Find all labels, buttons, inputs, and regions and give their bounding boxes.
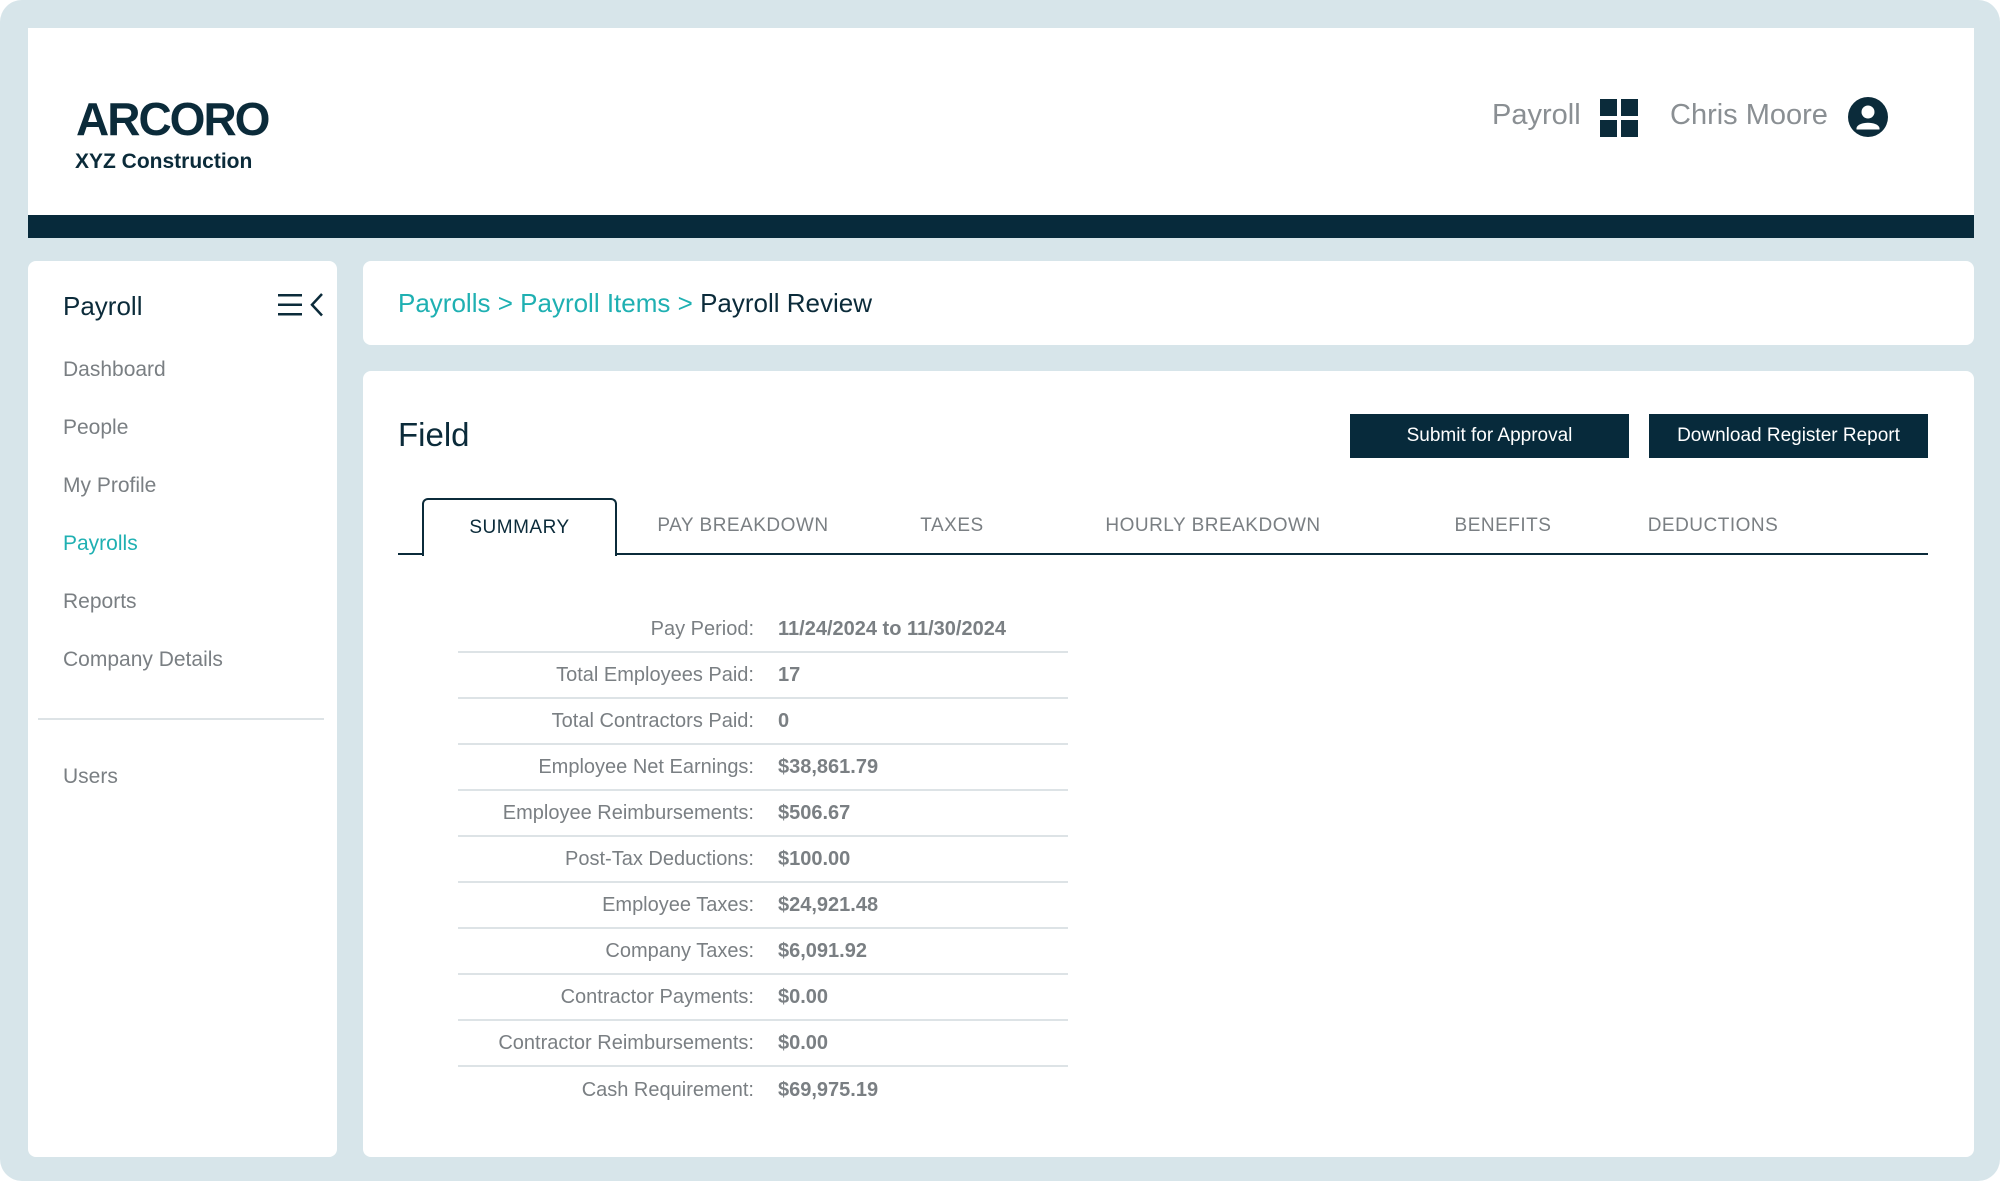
tab-deductions[interactable]: DEDUCTIONS [1613,498,1813,554]
download-register-report-button[interactable]: Download Register Report [1649,414,1928,458]
summary-label: Cash Requirement: [581,1078,754,1101]
summary-label: Employee Net Earnings: [538,755,754,778]
summary-label: Total Contractors Paid: [551,709,754,732]
submit-for-approval-button[interactable]: Submit for Approval [1350,414,1629,458]
grid-icon[interactable] [1600,99,1638,137]
sidebar-title: Payroll [63,291,143,321]
summary-value: $0.00 [778,985,829,1008]
table-row: Contractor Payments: $0.00 [458,975,1068,1021]
table-row: Contractor Reimbursements: $0.00 [458,1021,1068,1067]
sidebar-item-my-profile[interactable]: My Profile [63,474,156,498]
tab-taxes[interactable]: TAXES [883,498,1021,554]
table-row: Employee Net Earnings: $38,861.79 [458,745,1068,791]
company-name: XYZ Construction [75,150,253,173]
summary-value: $38,861.79 [778,755,879,778]
summary-label: Post-Tax Deductions: [565,847,754,870]
breadcrumb-separator: > [677,288,693,318]
breadcrumb-current: Payroll Review [700,288,873,318]
summary-label: Employee Taxes: [602,893,754,916]
table-row: Post-Tax Deductions: $100.00 [458,837,1068,883]
summary-label: Company Taxes: [605,939,754,962]
sidebar-item-company-details[interactable]: Company Details [63,648,223,672]
breadcrumb-link-payroll-items[interactable]: Payroll Items [520,288,670,318]
sidebar-item-reports[interactable]: Reports [63,590,137,614]
arcoro-logo[interactable]: ARCORO [76,92,270,146]
summary-label: Pay Period: [650,617,754,640]
user-name[interactable]: Chris Moore [1670,99,1828,132]
menu-collapse-icon[interactable] [278,291,328,319]
summary-label: Employee Reimbursements: [502,801,754,824]
summary-value: $6,091.92 [778,939,867,962]
tab-benefits[interactable]: BENEFITS [1423,498,1583,554]
tab-pay-breakdown[interactable]: PAY BREAKDOWN [633,498,853,554]
tab-hourly-breakdown[interactable]: HOURLY BREAKDOWN [1083,498,1343,554]
sidebar-item-users[interactable]: Users [63,765,118,789]
top-header [28,28,1974,238]
summary-label: Total Employees Paid: [556,663,754,686]
payroll-summary-table: Pay Period: 11/24/2024 to 11/30/2024 Tot… [458,607,1068,1113]
table-row: Total Contractors Paid: 0 [458,699,1068,745]
sidebar-item-dashboard[interactable]: Dashboard [63,358,166,382]
summary-value: $24,921.48 [778,893,879,916]
summary-label: Contractor Reimbursements: [498,1031,754,1054]
user-circle-icon[interactable] [1848,97,1888,137]
summary-value: $69,975.19 [778,1078,879,1101]
summary-label: Contractor Payments: [560,985,754,1008]
sidebar-item-people[interactable]: People [63,416,128,440]
breadcrumb: Payrolls > Payroll Items > Payroll Revie… [398,288,872,319]
sidebar: Payroll Dashboard People My Profile Payr… [28,261,337,1157]
header-accent-bar [28,215,1974,238]
summary-value: 0 [778,709,790,732]
tab-summary[interactable]: SUMMARY [422,498,617,556]
table-row: Total Employees Paid: 17 [458,653,1068,699]
summary-value: 17 [778,663,801,686]
summary-value: 11/24/2024 to 11/30/2024 [778,617,1006,640]
table-row: Company Taxes: $6,091.92 [458,929,1068,975]
main-card: Field Submit for Approval Download Regis… [363,371,1974,1157]
summary-value: $0.00 [778,1031,829,1054]
breadcrumb-separator: > [497,288,513,318]
table-row: Employee Taxes: $24,921.48 [458,883,1068,929]
app-name[interactable]: Payroll [1492,99,1581,132]
page-title: Field [398,416,470,453]
sidebar-item-payrolls[interactable]: Payrolls [63,532,138,556]
breadcrumb-link-payrolls[interactable]: Payrolls [398,288,490,318]
table-row: Cash Requirement: $69,975.19 [458,1067,1068,1113]
sidebar-divider [38,718,324,720]
table-row: Employee Reimbursements: $506.67 [458,791,1068,837]
table-row: Pay Period: 11/24/2024 to 11/30/2024 [458,607,1068,653]
breadcrumb-card: Payrolls > Payroll Items > Payroll Revie… [363,261,1974,345]
summary-value: $100.00 [778,847,851,870]
summary-value: $506.67 [778,801,851,824]
